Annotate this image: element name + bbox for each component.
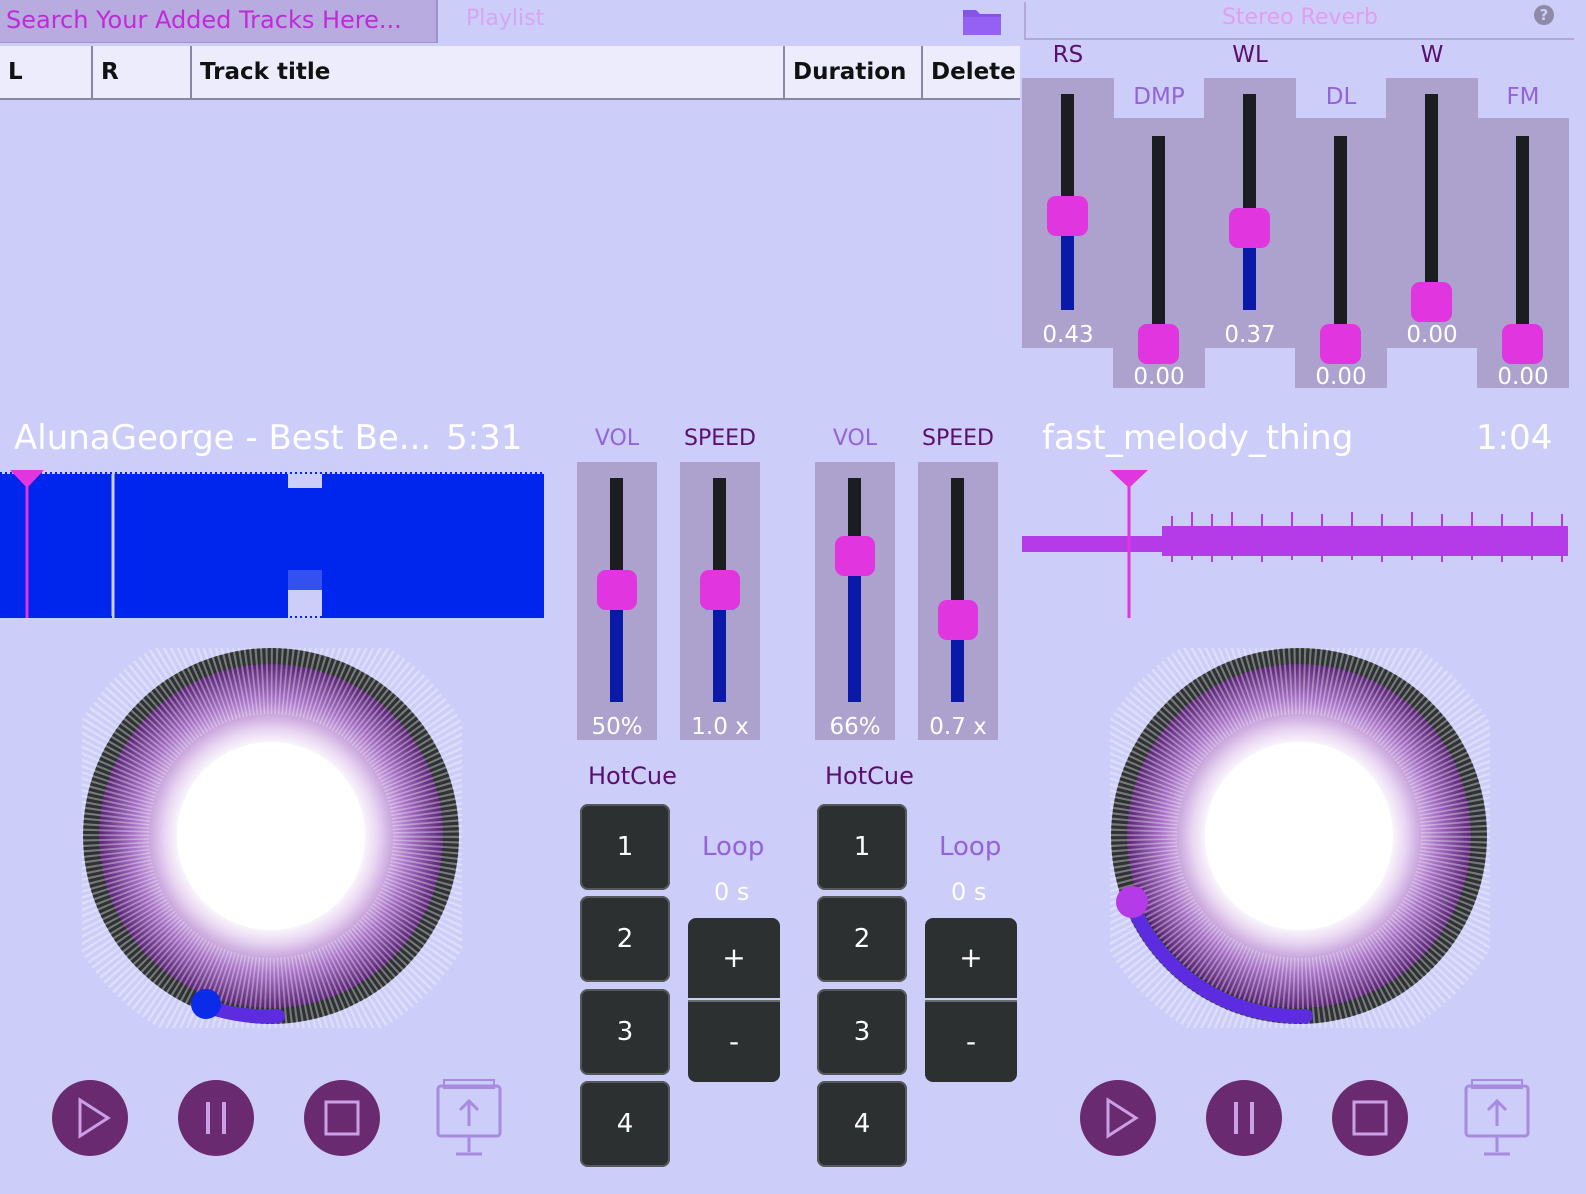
left-loop-label: Loop <box>702 832 765 862</box>
reverb-fm-value: 0.00 <box>1497 364 1549 390</box>
right-deck-track-title: fast_melody_thing <box>1042 418 1354 458</box>
right-hotcue-2-button[interactable]: 2 <box>817 896 907 982</box>
left-speed-slider[interactable]: 1.0 x <box>680 462 760 740</box>
reverb-dmp-slider[interactable]: 0.00 <box>1113 118 1205 390</box>
right-jog-position-dot <box>1116 886 1148 918</box>
column-header-track-title[interactable]: Track title <box>192 46 785 98</box>
reverb-dl-label: DL <box>1325 84 1357 110</box>
left-vol-slider[interactable]: 50% <box>577 462 657 740</box>
play-icon <box>1106 1097 1139 1139</box>
right-play-button[interactable] <box>1080 1080 1156 1156</box>
load-track-icon <box>436 1079 502 1156</box>
left-deck-track-title: AlunaGeorge - Best Be... <box>14 418 432 458</box>
right-hotcue-4-button[interactable]: 4 <box>817 1081 907 1167</box>
left-jog-wheel[interactable] <box>49 614 493 1058</box>
right-vol-thumb[interactable] <box>835 536 875 576</box>
search-placeholder: Search Your Added Tracks Here... <box>6 6 402 34</box>
column-header-left[interactable]: L <box>0 46 93 98</box>
stop-icon <box>324 1100 360 1136</box>
right-vol-label: VOL <box>832 426 878 451</box>
reverb-title: Stereo Reverb <box>1024 2 1574 40</box>
search-input[interactable]: Search Your Added Tracks Here... <box>0 0 438 43</box>
left-speed-label: SPEED <box>684 426 756 451</box>
left-vol-label: VOL <box>594 426 640 451</box>
left-loop-value: 0 s <box>714 878 750 906</box>
left-hotcue-label: HotCue <box>588 762 677 790</box>
reverb-fm-slider[interactable]: 0.00 <box>1477 118 1569 390</box>
right-speed-label: SPEED <box>922 426 994 451</box>
reverb-wl-label: WL <box>1232 42 1268 68</box>
left-hotcue-1-button[interactable]: 1 <box>580 804 670 890</box>
right-deck-waveform[interactable] <box>1022 470 1570 624</box>
left-speed-value: 1.0 x <box>691 714 749 740</box>
left-play-button[interactable] <box>52 1080 128 1156</box>
right-speed-thumb[interactable] <box>938 600 978 640</box>
pause-icon <box>1234 1102 1254 1134</box>
reverb-dl-slider[interactable]: 0.00 <box>1295 118 1387 390</box>
left-deck-waveform[interactable] <box>0 470 550 624</box>
right-hotcue-label: HotCue <box>825 762 914 790</box>
left-stop-button[interactable] <box>304 1080 380 1156</box>
left-hotcue-4-button[interactable]: 4 <box>580 1081 670 1167</box>
reverb-w-slider[interactable]: 0.00 <box>1386 78 1478 348</box>
folder-icon[interactable] <box>962 6 1002 40</box>
reverb-w-thumb[interactable] <box>1411 282 1452 322</box>
right-hotcue-3-button[interactable]: 3 <box>817 989 907 1075</box>
left-speed-thumb[interactable] <box>700 570 740 610</box>
reverb-rs-thumb[interactable] <box>1047 196 1088 236</box>
right-jog-wheel[interactable] <box>1077 614 1521 1058</box>
left-deck-track-time: 5:31 <box>446 418 523 458</box>
help-icon[interactable]: ? <box>1534 5 1554 25</box>
reverb-wl-value: 0.37 <box>1224 322 1276 348</box>
reverb-w-value: 0.00 <box>1406 322 1458 348</box>
reverb-dl-thumb[interactable] <box>1320 324 1361 364</box>
left-loop-plus-button[interactable]: + <box>688 918 780 998</box>
right-stop-button[interactable] <box>1332 1080 1408 1156</box>
right-pause-button[interactable] <box>1206 1080 1282 1156</box>
playlist-table-header: L R Track title Duration Delete <box>0 46 1020 100</box>
left-vol-value: 50% <box>591 714 643 740</box>
right-playhead-marker <box>1110 470 1148 488</box>
column-header-delete[interactable]: Delete <box>923 46 1020 98</box>
right-loop-minus-button[interactable]: - <box>925 1000 1017 1082</box>
left-pause-button[interactable] <box>178 1080 254 1156</box>
left-jog-position-dot <box>191 989 221 1019</box>
left-load-track-button[interactable] <box>434 1076 506 1164</box>
reverb-dl-value: 0.00 <box>1315 364 1367 390</box>
pause-icon <box>206 1102 226 1134</box>
right-load-track-button[interactable] <box>1462 1076 1534 1164</box>
right-vol-value: 66% <box>829 714 881 740</box>
reverb-rs-label: RS <box>1052 42 1084 68</box>
right-loop-label: Loop <box>939 832 1002 862</box>
playlist-label: Playlist <box>466 6 545 31</box>
reverb-rs-slider[interactable]: 0.43 <box>1022 78 1114 348</box>
reverb-dmp-value: 0.00 <box>1133 364 1185 390</box>
left-loop-minus-button[interactable]: - <box>688 1000 780 1082</box>
column-header-duration[interactable]: Duration <box>785 46 923 98</box>
reverb-w-label: W <box>1420 42 1444 68</box>
load-track-icon <box>1464 1079 1530 1156</box>
reverb-fm-label: FM <box>1506 84 1540 110</box>
left-hotcue-2-button[interactable]: 2 <box>580 896 670 982</box>
right-deck-track-time: 1:04 <box>1476 418 1553 458</box>
right-loop-plus-button[interactable]: + <box>925 918 1017 998</box>
right-speed-slider[interactable]: 0.7 x <box>918 462 998 740</box>
left-hotcue-3-button[interactable]: 3 <box>580 989 670 1075</box>
left-vol-thumb[interactable] <box>597 570 637 610</box>
reverb-fm-thumb[interactable] <box>1502 324 1543 364</box>
right-loop-value: 0 s <box>951 878 987 906</box>
right-speed-value: 0.7 x <box>929 714 987 740</box>
reverb-wl-slider[interactable]: 0.37 <box>1204 78 1296 348</box>
reverb-dmp-label: DMP <box>1133 84 1185 110</box>
column-header-right[interactable]: R <box>93 46 192 98</box>
play-icon <box>78 1097 111 1139</box>
right-hotcue-1-button[interactable]: 1 <box>817 804 907 890</box>
right-vol-slider[interactable]: 66% <box>815 462 895 740</box>
stop-icon <box>1352 1100 1388 1136</box>
reverb-dmp-thumb[interactable] <box>1138 324 1179 364</box>
reverb-rs-value: 0.43 <box>1042 322 1094 348</box>
reverb-wl-thumb[interactable] <box>1229 208 1270 248</box>
